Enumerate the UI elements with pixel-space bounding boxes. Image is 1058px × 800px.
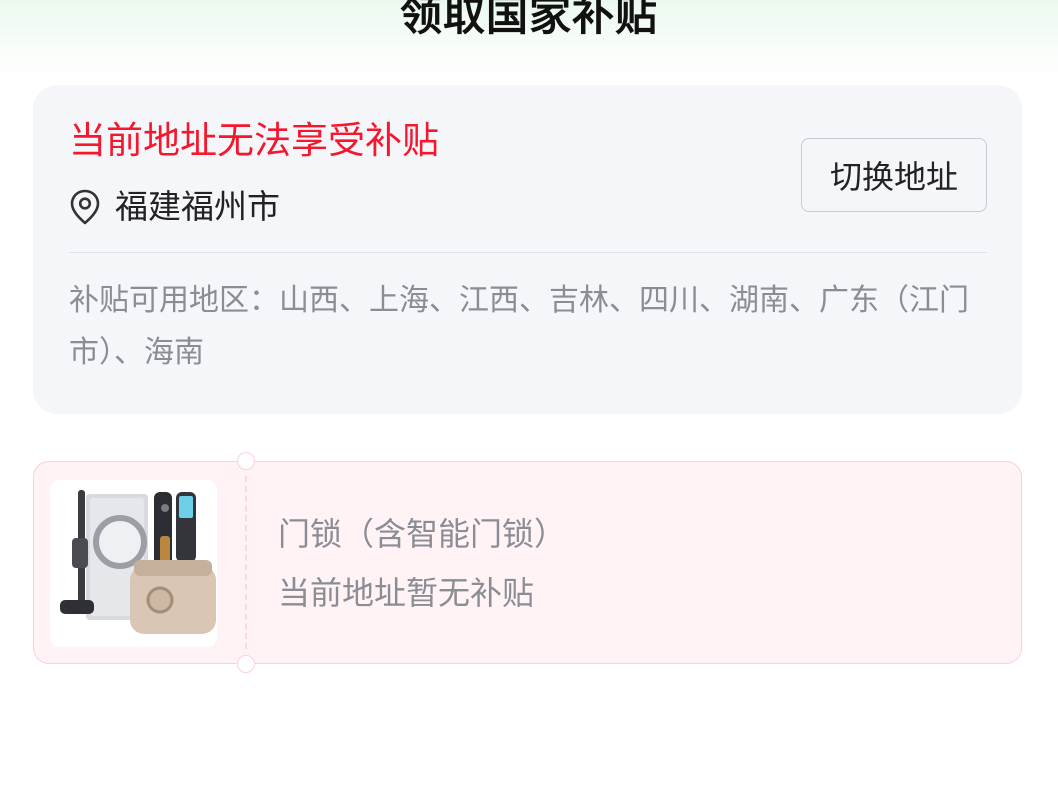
page-title: 领取国家补贴 (399, 0, 658, 40)
location-pin-icon (69, 189, 101, 225)
ticket-perforation (245, 476, 247, 649)
subsidy-page: 领取国家补贴 当前地址无法享受补贴 福建福州市 切换地址 补贴可用地区：山西、上… (0, 0, 1058, 800)
smart-home-products-image (50, 480, 217, 647)
ticket-notch-top (237, 452, 255, 470)
product-category-name: 门锁（含智能门锁） (278, 515, 567, 553)
switch-address-button[interactable]: 切换地址 (801, 138, 987, 212)
address-card: 当前地址无法享受补贴 福建福州市 切换地址 补贴可用地区：山西、上海、江西、吉林… (33, 85, 1022, 414)
available-regions-text: 补贴可用地区：山西、上海、江西、吉林、四川、湖南、广东（江门市）、海南 (69, 283, 969, 370)
subsidy-status-title: 当前地址无法享受补贴 (69, 119, 439, 162)
product-subsidy-card[interactable]: 门锁（含智能门锁） 当前地址暂无补贴 (33, 452, 1022, 673)
current-location: 福建福州市 (115, 187, 280, 226)
location-row: 福建福州市 (69, 185, 280, 229)
product-subsidy-status: 当前地址暂无补贴 (278, 574, 535, 612)
divider (69, 252, 987, 253)
ticket-notch-bottom (237, 655, 255, 673)
